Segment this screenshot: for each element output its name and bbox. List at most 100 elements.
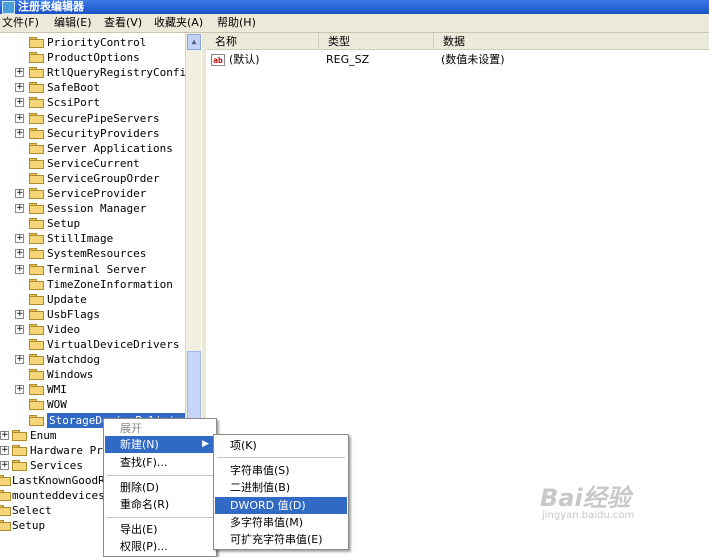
submenu-item-dword-value[interactable]: DWORD 值(D) [215,497,347,514]
new-submenu: 项(K) 字符串值(S) 二进制值(B) DWORD 值(D) 多字符串值(M)… [213,434,349,550]
tree-item-label: TimeZoneInformation [47,278,173,291]
tree-item[interactable]: + RtlQueryRegistryConfig [0,65,193,80]
tree-item[interactable]: TimeZoneInformation [0,277,185,292]
tree-item-label: Windows [47,368,94,381]
menu-view[interactable]: 查看(V) [104,16,142,30]
tree-item[interactable]: PriorityControl [0,35,185,50]
menu-item-export[interactable]: 导出(E) [105,521,215,538]
tree-item[interactable]: Setup [0,216,185,231]
tree-item[interactable]: + Video [0,322,185,337]
folder-icon [12,460,27,471]
tree-item[interactable]: + StillImage [0,231,185,246]
tree-item[interactable]: + SafeBoot [0,80,185,95]
folder-icon [29,158,44,169]
tree-item[interactable]: + ServiceProvider [0,186,185,201]
tree-item-label: Terminal Server [47,263,147,276]
tree-item-label: Watchdog [47,353,100,366]
tree-item[interactable]: + UsbFlags [0,307,185,322]
tree-item[interactable]: Windows [0,367,185,382]
expand-plus-icon[interactable]: + [15,204,24,213]
scroll-up-icon[interactable]: ▲ [187,34,201,50]
folder-icon [29,97,44,108]
tree-item[interactable]: + Watchdog [0,352,185,367]
submenu-item-key[interactable]: 项(K) [215,437,347,454]
tree-item[interactable]: + ScsiPort [0,95,185,110]
folder-icon [29,218,44,229]
tree-item-label: Update [47,293,87,306]
folder-icon [29,264,44,275]
submenu-item-binary-value[interactable]: 二进制值(B) [215,479,347,496]
expand-plus-icon[interactable]: + [15,355,24,364]
expand-plus-icon[interactable]: + [15,265,24,274]
folder-icon [0,475,11,486]
menu-help[interactable]: 帮助(H) [217,16,256,30]
tree-item[interactable]: WOW [0,397,185,412]
folder-icon [12,430,27,441]
tree-item[interactable]: ServiceGroupOrder [0,171,185,186]
menu-item-new[interactable]: 新建(N) ▶ [105,436,215,453]
expand-plus-icon[interactable]: + [15,129,24,138]
value-name[interactable]: (默认) [229,52,260,68]
folder-icon [12,445,27,456]
folder-icon [29,82,44,93]
tree-item-label: WOW [47,398,67,411]
menu-item-delete[interactable]: 删除(D) [105,479,215,496]
expand-plus-icon[interactable]: + [15,310,24,319]
tree-item[interactable]: VirtualDeviceDrivers [0,337,185,352]
menu-file[interactable]: 文件(F) [2,16,39,30]
folder-icon [29,173,44,184]
folder-icon [29,67,44,78]
tree-item[interactable]: + SecurePipeServers [0,111,185,126]
tree-item[interactable]: ProductOptions [0,50,185,65]
tree-item[interactable]: + Session Manager [0,201,185,216]
menu-item-find[interactable]: 查找(F)... [105,454,215,471]
tree-item-label: SystemResources [47,247,147,260]
watermark-url: jingyan.baidu.com [542,510,635,521]
folder-icon [29,37,44,48]
expand-plus-icon[interactable]: + [15,189,24,198]
column-header-data[interactable]: 数据 [434,33,709,50]
tree-item[interactable]: Update [0,292,185,307]
folder-icon [29,128,44,139]
expand-plus-icon[interactable]: + [15,98,24,107]
expand-plus-icon[interactable]: + [0,431,9,440]
folder-icon [29,354,44,365]
expand-plus-icon[interactable]: + [15,68,24,77]
column-header-type[interactable]: 类型 [319,33,434,50]
expand-plus-icon[interactable]: + [15,249,24,258]
menu-favorites[interactable]: 收藏夹(A) [154,16,203,30]
expand-plus-icon[interactable]: + [15,114,24,123]
menu-separator [107,475,213,476]
folder-icon [29,309,44,320]
expand-plus-icon[interactable]: + [0,446,9,455]
tree-item-label: Session Manager [47,202,147,215]
menu-separator [107,517,213,518]
title-bar: 注册表编辑器 [0,0,709,14]
submenu-item-multi-string-value[interactable]: 多字符串值(M) [215,514,347,531]
expand-plus-icon[interactable]: + [15,83,24,92]
column-header-name[interactable]: 名称 [206,33,319,50]
folder-icon [29,369,44,380]
tree-item[interactable]: + WMI [0,382,185,397]
tree-item[interactable]: Server Applications [0,141,185,156]
tree-item-label: SecurePipeServers [47,112,160,125]
window-title: 注册表编辑器 [18,0,84,13]
submenu-item-string-value[interactable]: 字符串值(S) [215,462,347,479]
tree-item[interactable]: + SecurityProviders [0,126,185,141]
expand-plus-icon[interactable]: + [15,325,24,334]
tree-item-label: PriorityControl [47,36,147,49]
expand-plus-icon[interactable]: + [15,234,24,243]
submenu-item-expandable-string-value[interactable]: 可扩充字符串值(E) [215,531,347,548]
menu-item-permissions[interactable]: 权限(P)... [105,538,215,555]
tree-item[interactable]: + SystemResources [0,246,185,261]
folder-icon [0,520,11,531]
folder-icon [29,233,44,244]
expand-plus-icon[interactable]: + [15,385,24,394]
folder-icon [29,339,44,350]
menu-edit[interactable]: 编辑(E) [54,16,92,30]
tree-item[interactable]: + Terminal Server [0,262,185,277]
expand-plus-icon[interactable]: + [0,461,9,470]
tree-item[interactable]: ServiceCurrent [0,156,185,171]
tree-item-label: ServiceProvider [47,187,147,200]
menu-item-rename[interactable]: 重命名(R) [105,496,215,513]
